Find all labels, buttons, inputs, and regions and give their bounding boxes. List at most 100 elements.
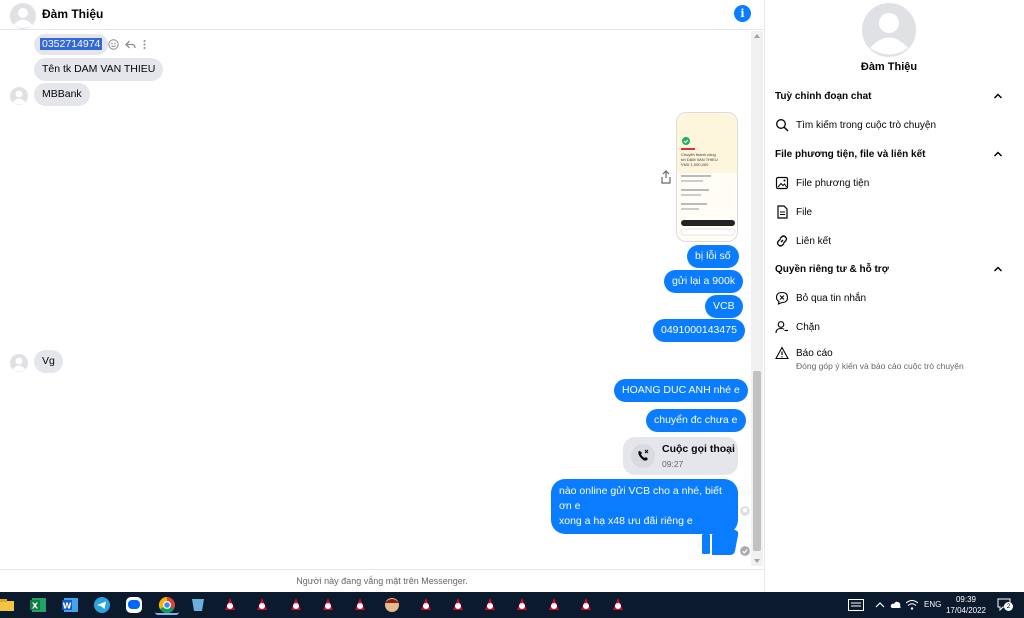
outgoing-message[interactable]: VCB xyxy=(705,295,743,318)
incoming-message[interactable]: MBBank xyxy=(34,83,90,106)
voice-call-card[interactable]: Cuộc gọi thoại 09:27 xyxy=(623,437,738,475)
media-files-item[interactable]: File phương tiện xyxy=(775,176,1003,196)
clock[interactable]: 09:39 17/04/2022 xyxy=(944,594,988,616)
image-gallery-icon xyxy=(775,176,789,190)
incoming-message[interactable]: Tên tk DAM VAN THIEU xyxy=(34,58,164,81)
section-customize-chat[interactable]: Tuỳ chỉnh đoạn chat xyxy=(775,91,1003,102)
outgoing-message[interactable]: bị lỗi số xyxy=(687,245,739,268)
clock-time: 09:39 xyxy=(955,595,977,604)
item-label: Chặn xyxy=(796,322,820,333)
scroll-down-arrow-icon[interactable] xyxy=(754,559,760,563)
cloud-icon[interactable] xyxy=(890,601,902,609)
item-label: Tìm kiếm trong cuộc trò chuyện xyxy=(796,120,937,131)
chevron-up-icon xyxy=(993,93,1003,99)
outgoing-message[interactable]: 0491000143475 xyxy=(653,319,745,342)
section-title: Tuỳ chỉnh đoạn chat xyxy=(775,91,872,102)
chrome-icon[interactable] xyxy=(155,595,179,615)
missed-call-icon xyxy=(631,444,655,468)
thumbs-up-icon[interactable] xyxy=(701,517,739,557)
chevron-up-icon[interactable] xyxy=(875,601,885,609)
telegram-icon[interactable] xyxy=(92,595,112,615)
reply-icon[interactable] xyxy=(125,39,136,50)
game-app-icon[interactable] xyxy=(220,595,240,615)
outgoing-message[interactable]: HOANG DUC ANH nhé e xyxy=(614,379,748,402)
incoming-message[interactable]: 0352714974 xyxy=(34,34,109,55)
share-icon[interactable] xyxy=(660,170,672,184)
game-app-icon[interactable] xyxy=(318,595,338,615)
ignore-messages-item[interactable]: Bỏ qua tin nhắn xyxy=(775,291,1003,311)
svg-text:X: X xyxy=(32,602,39,611)
chevron-up-icon xyxy=(993,266,1003,272)
section-title: Quyền riêng tư & hỗ trợ xyxy=(775,264,889,275)
keyboard-icon[interactable] xyxy=(848,599,864,611)
away-status-note: Người này đang vắng mặt trên Messenger. xyxy=(0,569,764,592)
ignore-message-icon xyxy=(775,291,789,305)
item-sublabel: Đóng góp ý kiến và báo cáo cuộc trò chuy… xyxy=(796,361,964,371)
word-icon[interactable]: W xyxy=(60,595,80,615)
image-message[interactable]: Chuyển thành công tới DAM VAN THIEU VND … xyxy=(676,112,738,242)
messenger-window: Đàm Thiệu i 0352714974 Tên tk DAM VAN TH… xyxy=(0,0,1024,592)
item-label: File xyxy=(796,207,813,218)
incoming-message[interactable]: Vg xyxy=(34,350,63,373)
scroll-up-arrow-icon[interactable] xyxy=(754,34,760,38)
game-app-icon[interactable] xyxy=(608,595,628,615)
emoji-react-icon[interactable] xyxy=(108,39,119,50)
message-list: 0352714974 Tên tk DAM VAN THIEU MBBank C… xyxy=(0,31,764,569)
game-character-icon[interactable] xyxy=(382,595,402,615)
seen-avatar-icon xyxy=(740,506,750,516)
conversation-info-panel: Đàm Thiệu Tuỳ chỉnh đoạn chat Tìm kiếm t… xyxy=(764,0,1024,592)
contact-name[interactable]: Đàm Thiệu xyxy=(42,7,103,21)
selected-message-text[interactable]: 0352714974 xyxy=(40,38,103,50)
search-icon xyxy=(776,119,789,132)
item-label: Báo cáo xyxy=(796,348,833,359)
file-explorer-icon[interactable] xyxy=(0,595,14,615)
outgoing-message[interactable]: chuyển đc chưa e xyxy=(646,409,746,432)
link-icon xyxy=(776,235,788,247)
contact-avatar[interactable] xyxy=(10,3,36,29)
section-media-files-links[interactable]: File phương tiện, file và liên kết xyxy=(775,149,1003,160)
game-app-icon[interactable] xyxy=(576,595,596,615)
transfer-receipt-image xyxy=(677,113,737,236)
block-item[interactable]: Chặn xyxy=(775,320,1003,340)
game-app-icon[interactable] xyxy=(416,595,436,615)
windows-taskbar: X W ENG 09:39 17/04/2022 2 xyxy=(0,592,1024,618)
game-app-icon[interactable] xyxy=(512,595,532,615)
game-app-icon[interactable] xyxy=(350,595,370,615)
more-options-icon[interactable] xyxy=(142,39,147,50)
search-in-conversation[interactable]: Tìm kiếm trong cuộc trò chuyện xyxy=(775,118,1003,138)
call-title: Cuộc gọi thoại xyxy=(662,443,735,455)
sender-avatar xyxy=(10,354,28,372)
chat-header: Đàm Thiệu i xyxy=(0,0,764,30)
section-title: File phương tiện, file và liên kết xyxy=(775,149,926,160)
language-indicator[interactable]: ENG xyxy=(924,592,941,618)
app-icon[interactable] xyxy=(188,595,208,615)
info-icon[interactable]: i xyxy=(734,5,751,22)
message-line: nào online gửi VCB cho a nhé, biết ơn e xyxy=(559,485,722,512)
outgoing-message[interactable]: gửi lại a 900k xyxy=(664,270,744,293)
clock-date: 17/04/2022 xyxy=(945,606,987,615)
sender-avatar xyxy=(10,87,28,105)
contact-profile-avatar[interactable] xyxy=(862,3,916,57)
excel-icon[interactable]: X xyxy=(28,595,48,615)
message-scrollbar[interactable] xyxy=(751,31,763,566)
section-privacy-support[interactable]: Quyền riêng tư & hỗ trợ xyxy=(775,264,1003,275)
zalo-icon[interactable] xyxy=(124,595,144,615)
files-item[interactable]: File xyxy=(775,205,1003,225)
report-item[interactable]: Báo cáo Đóng góp ý kiến và báo cáo cuộc … xyxy=(775,346,1003,374)
game-app-icon[interactable] xyxy=(448,595,468,615)
svg-text:W: W xyxy=(63,602,72,611)
notification-center-icon[interactable]: 2 xyxy=(997,598,1013,612)
item-label: Liên kết xyxy=(796,236,832,247)
block-user-icon xyxy=(775,321,788,334)
profile-name: Đàm Thiệu xyxy=(860,61,918,73)
scroll-thumb[interactable] xyxy=(753,371,761,551)
game-app-icon[interactable] xyxy=(286,595,306,615)
item-label: Bỏ qua tin nhắn xyxy=(796,293,867,304)
game-app-icon[interactable] xyxy=(480,595,500,615)
links-item[interactable]: Liên kết xyxy=(775,234,1003,254)
game-app-icon[interactable] xyxy=(252,595,272,615)
sent-check-icon xyxy=(740,546,750,556)
game-app-icon[interactable] xyxy=(544,595,564,615)
item-label: File phương tiện xyxy=(796,178,870,189)
wifi-icon[interactable] xyxy=(906,600,918,610)
